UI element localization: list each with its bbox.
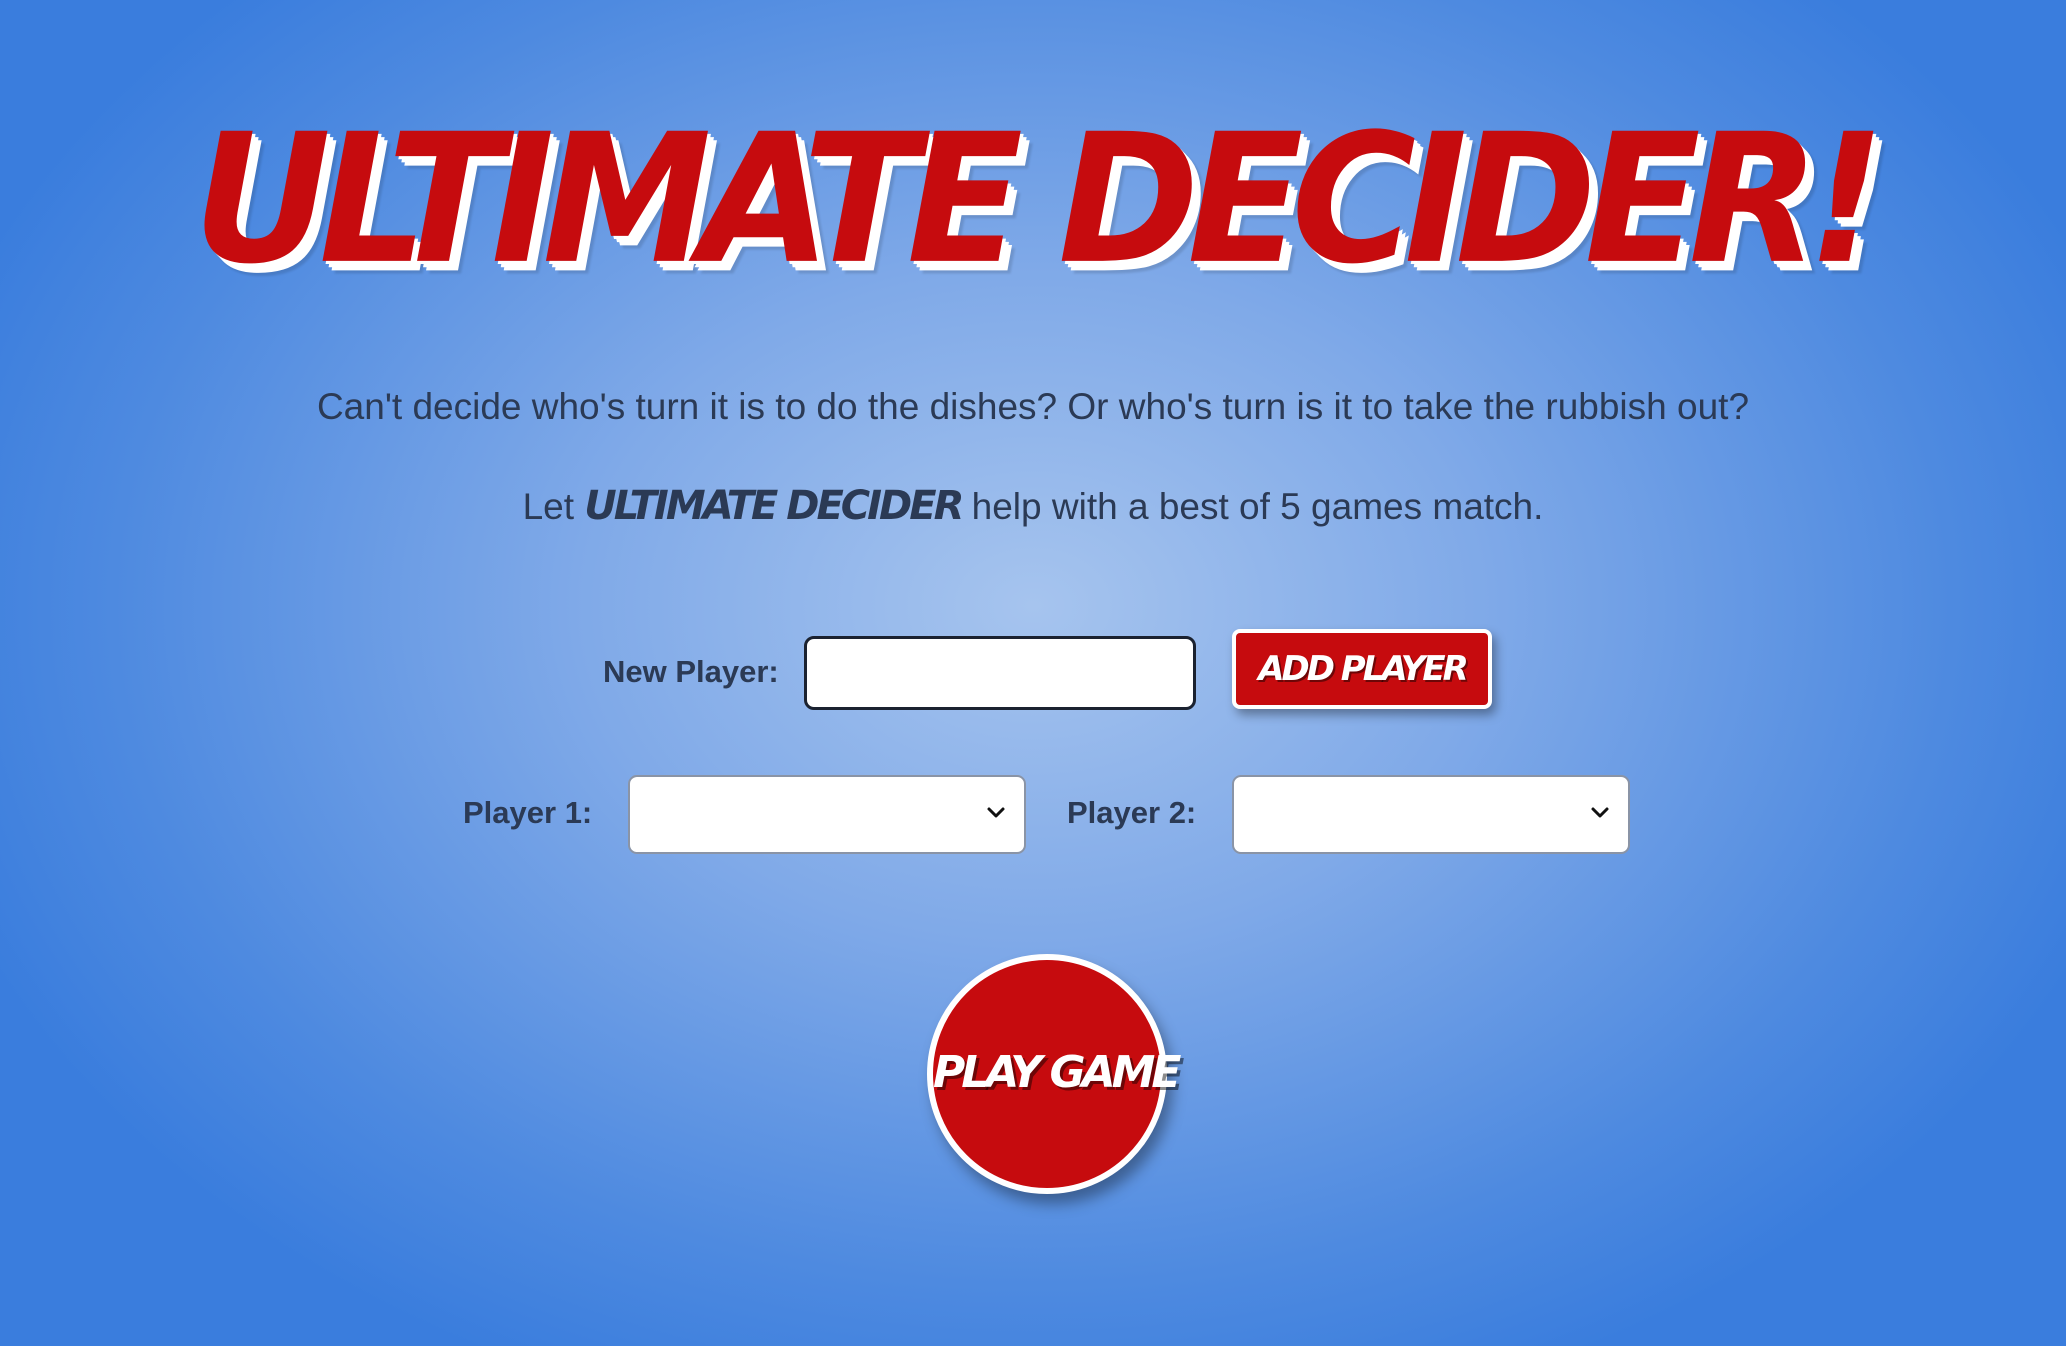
page-title: ULTIMATE DECIDER! [192, 96, 1885, 304]
player1-select[interactable] [628, 775, 1026, 854]
chevron-down-icon [987, 807, 1005, 818]
intro-text: Can't decide who's turn it is to do the … [316, 386, 1750, 427]
new-player-input[interactable] [804, 636, 1196, 710]
chevron-down-icon [1591, 807, 1609, 818]
brand-name-inline: ULTIMATE DECIDER [584, 483, 964, 529]
player2-label: Player 2: [1067, 795, 1197, 830]
new-player-label: New Player: [603, 654, 779, 689]
player1-label: Player 1: [463, 795, 593, 830]
intro-subtext-prefix: Let [522, 486, 585, 527]
play-game-button[interactable]: PLAY GAME [927, 954, 1181, 1194]
add-player-button[interactable]: ADD PLAYER [1232, 629, 1492, 709]
player2-select[interactable] [1232, 775, 1630, 854]
intro-subtext: Let ULTIMATE DECIDER help with a best of… [0, 478, 2066, 535]
intro-subtext-suffix: help with a best of 5 games match. [961, 486, 1544, 527]
